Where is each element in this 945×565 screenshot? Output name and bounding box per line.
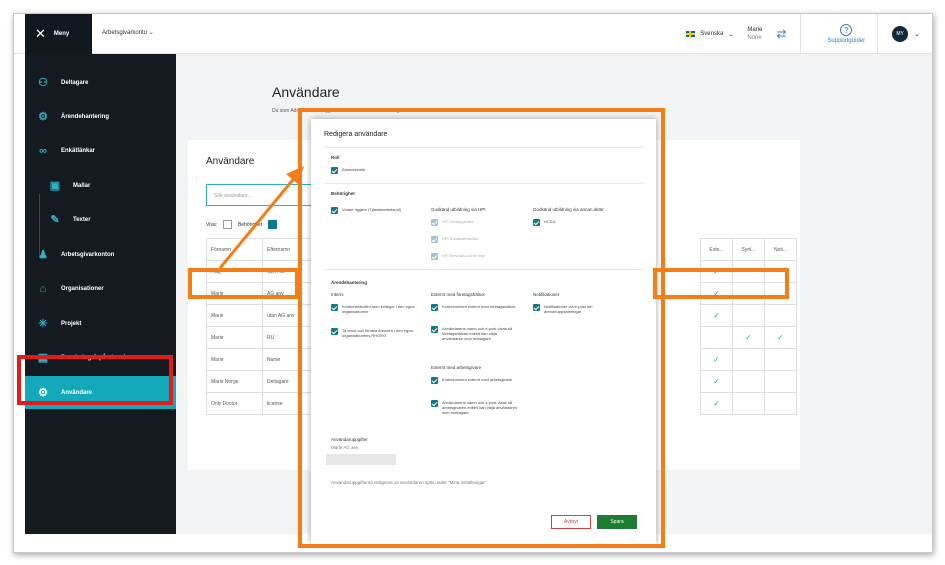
annotation-arrow <box>218 166 304 269</box>
arrow-head <box>286 166 304 184</box>
arrow-line <box>218 175 298 269</box>
